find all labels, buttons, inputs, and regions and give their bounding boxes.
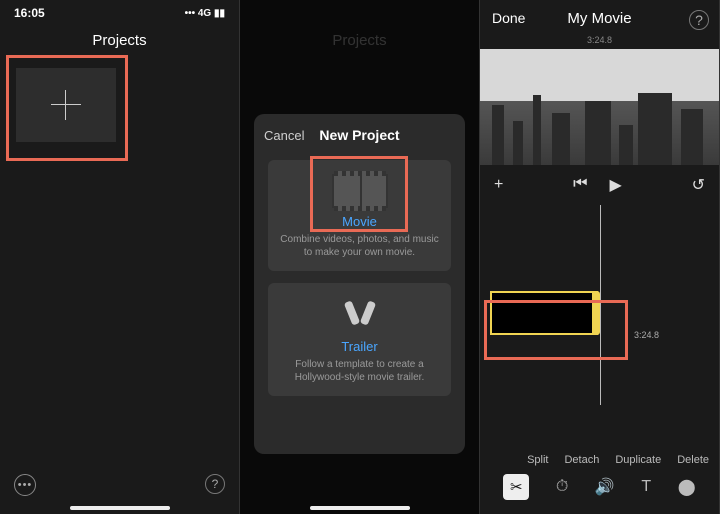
clip-actions-row: Split Detach Duplicate Delete	[527, 454, 709, 466]
cancel-button[interactable]: Cancel	[264, 128, 304, 143]
modal-title: New Project	[319, 127, 399, 143]
clip-timecode: 3:24.8	[634, 330, 659, 340]
movie-description: Combine videos, photos, and music to mak…	[278, 233, 441, 259]
spotlights-icon	[338, 297, 382, 333]
status-network: ••• 4G ▮▮	[185, 8, 225, 19]
help-button[interactable]: ?	[689, 10, 709, 30]
text-tool[interactable]: T	[641, 478, 651, 496]
tutorial-highlight	[484, 300, 628, 360]
edit-tools: ✂ ⏱ 🔊 T ⬤	[480, 474, 719, 500]
tutorial-highlight	[310, 156, 408, 232]
panel-editor: Done My Movie ? 3:24.8 ⤢ + ⏮ ▶ ↺ 3:24.8 …	[480, 0, 720, 514]
status-time: 16:05	[14, 6, 45, 20]
panel-projects-empty: 16:05 ••• 4G ▮▮ Projects ••• ?	[0, 0, 240, 514]
playback-toolbar: + ⏮ ▶ ↺	[480, 165, 719, 205]
speed-tool[interactable]: ⏱	[556, 478, 568, 496]
status-bar: 16:05 ••• 4G ▮▮	[0, 0, 239, 22]
more-button[interactable]: •••	[14, 474, 36, 496]
home-indicator	[70, 506, 170, 510]
split-button[interactable]: Split	[527, 454, 548, 466]
add-media-button[interactable]: +	[494, 176, 503, 194]
detach-button[interactable]: Detach	[564, 454, 599, 466]
trailer-label: Trailer	[278, 339, 441, 354]
project-type-trailer[interactable]: Trailer Follow a template to create a Ho…	[268, 283, 451, 396]
duplicate-button[interactable]: Duplicate	[615, 454, 661, 466]
editor-header: Done My Movie ?	[480, 0, 719, 39]
tutorial-highlight	[6, 55, 128, 161]
trailer-description: Follow a template to create a Hollywood-…	[278, 358, 441, 384]
help-button[interactable]: ?	[205, 474, 225, 494]
undo-button[interactable]: ↺	[692, 175, 705, 195]
panel-new-project-modal: Projects Cancel New Project Movie Combin…	[240, 0, 480, 514]
filters-tool[interactable]: ⬤	[678, 477, 696, 497]
home-indicator	[310, 506, 410, 510]
play-button[interactable]: ▶	[610, 175, 622, 195]
cut-tool[interactable]: ✂	[503, 474, 529, 500]
delete-button[interactable]: Delete	[677, 454, 709, 466]
project-title: My Movie	[567, 10, 631, 27]
done-button[interactable]: Done	[492, 10, 525, 26]
to-start-button[interactable]: ⏮	[573, 175, 587, 195]
video-preview[interactable]	[480, 49, 719, 165]
bottom-controls: ••• ?	[0, 474, 239, 496]
volume-tool[interactable]: 🔊	[595, 477, 615, 497]
